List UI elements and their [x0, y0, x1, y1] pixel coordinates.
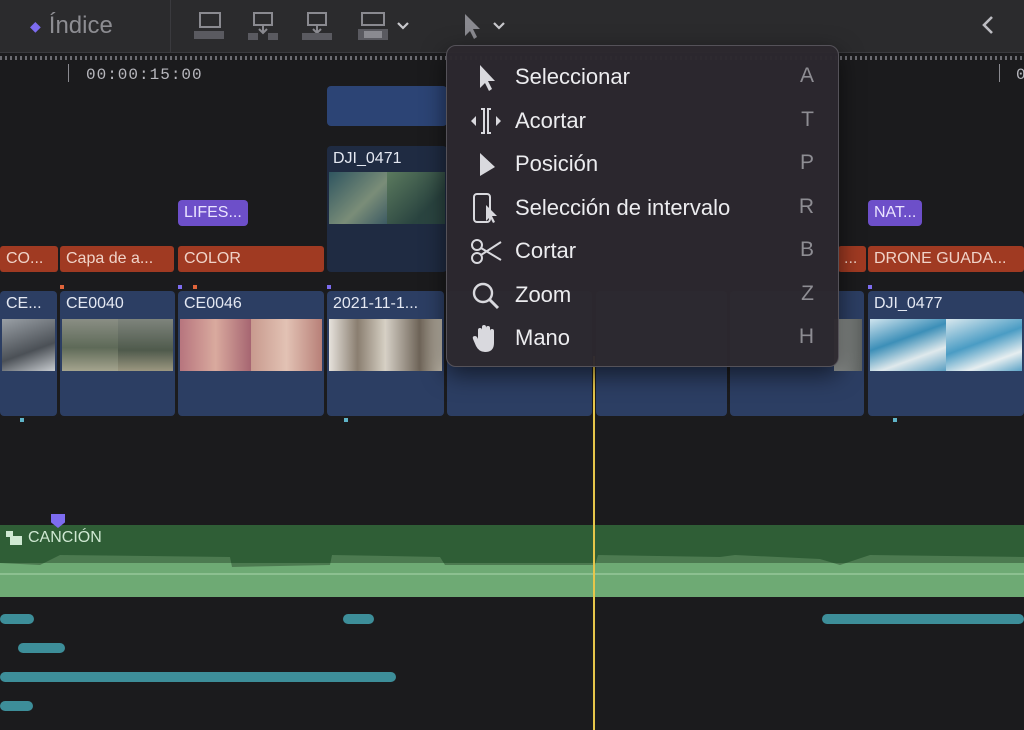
overwrite-clip-icon[interactable] — [356, 11, 390, 41]
diamond-icon: ◆ — [30, 17, 41, 34]
audio-bar[interactable] — [0, 701, 33, 711]
role-tag[interactable]: NAT... — [868, 200, 923, 226]
menu-item-shortcut: A — [799, 64, 814, 87]
menu-item-trim[interactable]: Acortar T — [447, 100, 838, 140]
title-clip[interactable]: ... — [838, 246, 866, 272]
title-clip[interactable]: COLOR — [178, 246, 324, 272]
chevron-down-icon[interactable] — [492, 16, 506, 34]
audio-label: CANCIÓN — [6, 529, 102, 547]
title-clip[interactable]: Capa de a... — [60, 246, 174, 272]
range-selection-icon — [473, 193, 497, 223]
connected-clip[interactable] — [327, 86, 447, 126]
clip-marker — [60, 285, 64, 289]
menu-item-shortcut: H — [798, 325, 814, 348]
index-button[interactable]: ◆ Índice — [30, 12, 113, 40]
connect-clip-icon[interactable] — [300, 11, 334, 41]
audio-bar[interactable] — [822, 614, 1024, 624]
playhead[interactable] — [593, 356, 595, 730]
arrow-pointer-icon — [480, 65, 495, 91]
clip-marker — [868, 285, 872, 289]
audio-bar[interactable] — [18, 643, 65, 653]
connected-clip[interactable]: DJI_0471 — [327, 146, 447, 272]
audio-clip[interactable]: CANCIÓN — [0, 525, 1024, 597]
clip-marker — [20, 418, 24, 422]
ruler-timecode: 00:00:15:00 — [86, 66, 203, 84]
menu-item-label: Acortar — [515, 108, 586, 133]
role-tag[interactable]: LIFES... — [178, 200, 248, 226]
menu-item-hand[interactable]: Mano H — [447, 317, 838, 357]
ruler-tick — [68, 64, 69, 82]
menu-item-label: Zoom — [515, 282, 572, 307]
chevron-left-icon[interactable] — [978, 12, 998, 38]
video-clip[interactable]: 2021-11-1... — [327, 291, 444, 416]
audio-name: CANCIÓN — [28, 529, 102, 546]
clip-thumbnails — [870, 319, 1022, 371]
audio-bar[interactable] — [0, 614, 34, 624]
menu-item-label: Seleccionar — [515, 64, 630, 89]
clip-name: DJI_0477 — [874, 295, 943, 312]
clip-name: CE0040 — [66, 295, 124, 312]
clip-marker — [178, 285, 182, 289]
clip-marker — [893, 418, 897, 422]
menu-item-position[interactable]: Posición P — [447, 143, 838, 183]
chevron-down-icon[interactable] — [396, 16, 410, 34]
audio-waveform — [0, 555, 1024, 597]
scissors-icon — [471, 239, 502, 264]
video-clip[interactable]: CE0046 — [178, 291, 324, 416]
menu-item-zoom[interactable]: Zoom Z — [447, 274, 838, 314]
menu-item-shortcut: R — [798, 195, 814, 218]
title-clip[interactable]: CO... — [0, 246, 58, 272]
clip-thumbnails — [329, 319, 442, 371]
index-label: Índice — [48, 12, 113, 39]
ruler-tick — [999, 64, 1000, 82]
clip-thumbnails — [62, 319, 173, 371]
menu-item-range-selection[interactable]: Selección de intervalo R — [447, 187, 838, 227]
position-icon — [480, 153, 495, 176]
audio-bar[interactable] — [343, 614, 374, 624]
magnifier-icon — [472, 282, 500, 310]
toolbar-divider — [170, 0, 171, 52]
clip-thumbnails — [2, 319, 55, 371]
video-clip[interactable]: CE... — [0, 291, 57, 416]
clip-thumbnails — [329, 172, 445, 224]
tool-menu: Seleccionar A Acortar T Posición P Selec… — [446, 45, 839, 367]
menu-item-shortcut: P — [799, 151, 814, 174]
audio-bar[interactable] — [0, 672, 396, 682]
menu-item-select[interactable]: Seleccionar A — [447, 56, 838, 96]
clip-name: CE... — [6, 295, 42, 312]
title-clip[interactable]: DRONE GUADA... — [868, 246, 1024, 272]
menu-item-label: Cortar — [515, 238, 577, 263]
menu-item-blade[interactable]: Cortar B — [447, 230, 838, 270]
clip-name: DJI_0471 — [333, 150, 402, 167]
menu-item-label: Posición — [515, 151, 599, 176]
trim-icon — [471, 108, 501, 134]
video-clip[interactable]: DJI_0477 — [868, 291, 1024, 416]
clip-marker — [327, 285, 331, 289]
append-clip-icon[interactable] — [192, 11, 226, 41]
video-clip[interactable]: CE0040 — [60, 291, 175, 416]
clip-marker — [344, 418, 348, 422]
clip-name: 2021-11-1... — [333, 295, 419, 312]
menu-item-shortcut: T — [801, 108, 814, 131]
hand-icon — [472, 325, 494, 352]
menu-item-label: Selección de intervalo — [515, 195, 731, 220]
clip-name: CE0046 — [184, 295, 242, 312]
menu-item-shortcut: Z — [801, 282, 814, 305]
audio-clip-icon — [6, 531, 22, 545]
ruler-timecode: 0 — [1016, 66, 1024, 84]
clip-marker — [193, 285, 197, 289]
menu-item-shortcut: B — [799, 238, 814, 261]
clip-thumbnails — [180, 319, 322, 371]
menu-item-label: Mano — [515, 325, 571, 350]
insert-clip-icon[interactable] — [246, 11, 280, 41]
select-tool-icon[interactable] — [456, 11, 486, 41]
